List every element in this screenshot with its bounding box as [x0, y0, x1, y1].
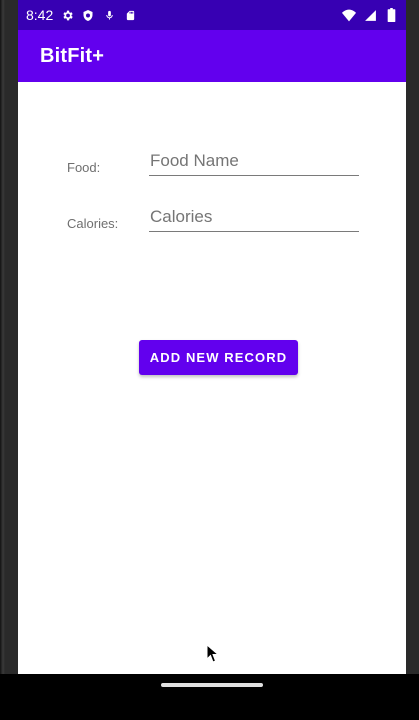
- sd-card-icon: [123, 8, 137, 22]
- status-bar: 8:42: [18, 0, 406, 30]
- food-row: Food:: [18, 148, 406, 188]
- battery-icon: [384, 8, 398, 22]
- mouse-pointer-icon: [206, 644, 220, 663]
- food-label: Food:: [67, 160, 101, 175]
- calories-row: Calories:: [18, 204, 406, 244]
- calories-label: Calories:: [67, 216, 119, 231]
- navigation-bar: [0, 674, 419, 720]
- settings-icon: [60, 8, 74, 22]
- microphone-icon: [102, 8, 116, 22]
- food-name-input[interactable]: [149, 148, 359, 176]
- main-content: Food: Calories: ADD NEW RECORD: [18, 82, 406, 674]
- device-frame: 8:42 BitFit+ Food: Food Name Calories: C…: [0, 0, 419, 720]
- app-title: BitFit+: [40, 44, 105, 67]
- calories-input[interactable]: [149, 204, 359, 232]
- status-time: 8:42: [26, 7, 54, 23]
- wifi-icon: [342, 8, 356, 22]
- home-indicator[interactable]: [161, 683, 263, 687]
- app-bar: BitFit+: [18, 30, 406, 82]
- add-new-record-button[interactable]: ADD NEW RECORD: [139, 340, 298, 375]
- signal-icon: [363, 8, 377, 22]
- device-bezel-left: [0, 0, 18, 674]
- status-bar-right: [342, 8, 398, 22]
- status-bar-left: 8:42: [26, 7, 137, 23]
- shield-icon: [81, 8, 95, 22]
